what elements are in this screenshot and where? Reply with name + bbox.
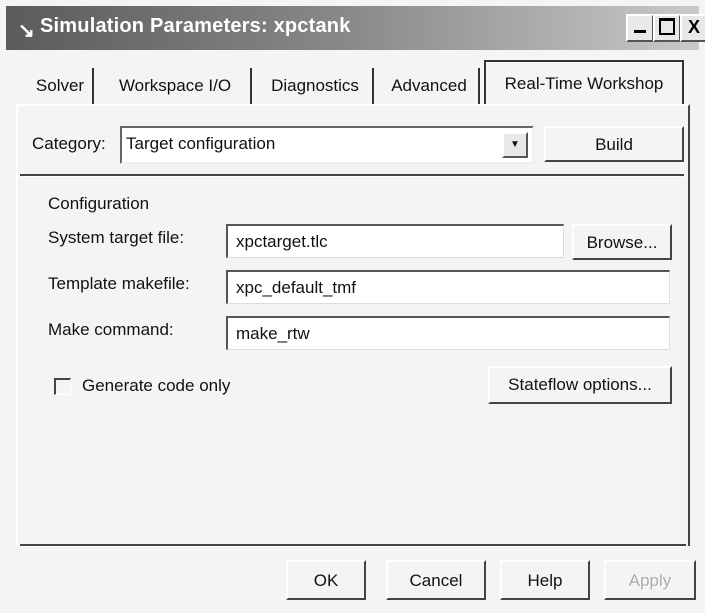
help-button[interactable]: Help — [500, 560, 590, 600]
maximize-button[interactable] — [653, 14, 681, 42]
browse-label: Browse... — [586, 233, 658, 252]
configuration-heading: Configuration — [48, 194, 150, 213]
browse-button[interactable]: Browse... — [572, 224, 672, 260]
tab-real-time-workshop[interactable]: Real-Time Workshop — [484, 60, 684, 106]
category-divider — [20, 174, 684, 177]
close-icon: X — [687, 17, 700, 37]
apply-button[interactable]: Apply — [604, 560, 696, 600]
build-label: Build — [595, 135, 633, 154]
generate-code-only-label[interactable]: Generate code only — [82, 376, 230, 396]
window-title: Simulation Parameters: xpctank — [40, 15, 351, 37]
system-target-field[interactable]: xpctarget.tlc — [226, 224, 564, 258]
tab-diagnostics[interactable]: Diagnostics — [258, 68, 374, 104]
template-makefile-field[interactable]: xpc_default_tmf — [226, 270, 670, 304]
close-button[interactable]: X — [680, 14, 705, 42]
category-value: Target configuration — [126, 134, 276, 153]
build-button[interactable]: Build — [544, 126, 684, 162]
minimize-icon — [634, 30, 646, 33]
ok-button[interactable]: OK — [286, 560, 366, 600]
stateflow-options-label: Stateflow options... — [508, 375, 652, 394]
simulink-icon: ↘ — [18, 20, 35, 42]
generate-code-only-checkbox[interactable] — [54, 378, 71, 395]
cancel-button[interactable]: Cancel — [386, 560, 486, 600]
stateflow-options-button[interactable]: Stateflow options... — [488, 366, 672, 404]
minimize-button[interactable] — [626, 14, 654, 42]
template-makefile-label: Template makefile: — [48, 274, 190, 293]
category-select[interactable]: Target configuration ▼ — [120, 126, 534, 164]
tab-advanced[interactable]: Advanced — [380, 68, 480, 104]
maximize-icon — [659, 18, 675, 36]
make-command-label: Make command: — [48, 320, 174, 339]
title-bar[interactable]: ↘ Simulation Parameters: xpctank X — [6, 6, 705, 50]
tab-solver[interactable]: Solver — [28, 68, 94, 104]
apply-label: Apply — [628, 571, 672, 590]
ok-label: OK — [313, 571, 339, 590]
tab-workspace-io[interactable]: Workspace I/O — [100, 68, 252, 104]
category-label: Category: — [32, 134, 106, 153]
help-label: Help — [527, 571, 563, 590]
footer-divider — [20, 544, 686, 547]
cancel-label: Cancel — [409, 571, 463, 590]
chevron-down-icon[interactable]: ▼ — [502, 132, 528, 158]
make-command-field[interactable]: make_rtw — [226, 316, 670, 350]
tab-bar: Solver Workspace I/O Diagnostics Advance… — [0, 56, 705, 106]
system-target-label: System target file: — [48, 228, 185, 247]
